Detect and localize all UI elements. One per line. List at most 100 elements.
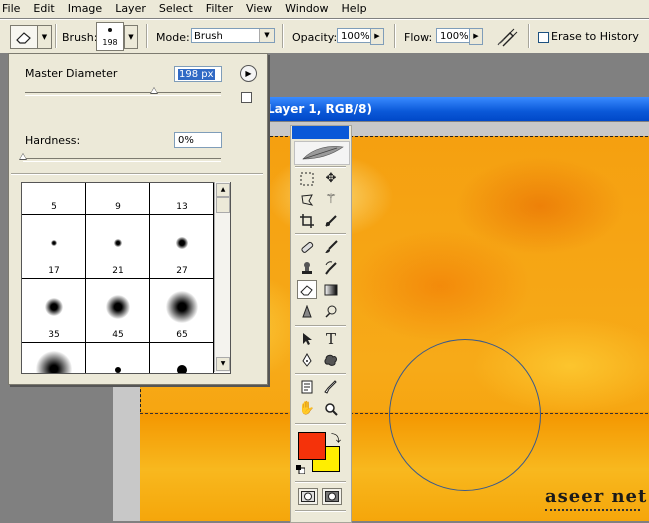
master-diameter-input[interactable]: 198 px <box>174 66 222 82</box>
brush-preset[interactable] <box>22 343 86 373</box>
standard-mode-button[interactable] <box>298 488 318 505</box>
soft-brush-tip-icon <box>176 237 188 249</box>
brush-preset[interactable]: 35 <box>22 279 86 343</box>
notes-icon <box>301 380 313 393</box>
notes-tool[interactable] <box>297 377 317 396</box>
menu-select[interactable]: Select <box>153 0 200 18</box>
menu-layer[interactable]: Layer <box>109 0 153 18</box>
brush-preset[interactable]: 5 <box>22 183 86 215</box>
eraser-tool[interactable] <box>297 280 317 299</box>
lasso-tool[interactable] <box>297 190 317 209</box>
soft-brush-tip-icon <box>36 351 72 373</box>
eraser-icon <box>16 32 31 44</box>
clone-stamp-tool[interactable] <box>297 258 317 277</box>
brush-preset[interactable]: 9 <box>86 183 150 215</box>
foreground-color-front[interactable] <box>298 432 326 460</box>
quick-mask-button[interactable] <box>322 488 342 505</box>
menu-window[interactable]: Window <box>279 0 335 18</box>
healing-brush-tool[interactable] <box>297 237 317 256</box>
brush-tip-icon <box>108 28 112 32</box>
brush-preset[interactable]: 21 <box>86 215 150 279</box>
brush-picker-dropdown[interactable]: ▼ <box>124 25 138 49</box>
scroll-thumb[interactable] <box>216 197 230 213</box>
magic-wand-tool[interactable]: ⚚ <box>321 190 341 209</box>
crop-tool[interactable] <box>297 211 317 230</box>
brush-preset[interactable] <box>86 343 150 373</box>
toolbox-title-bar[interactable] <box>292 126 349 139</box>
menu-file[interactable]: File <box>0 0 27 18</box>
hardness-input[interactable]: 0% <box>174 132 222 148</box>
zoom-icon <box>325 402 338 416</box>
brush-preset[interactable]: 17 <box>22 215 86 279</box>
brush-preset-size: 9 <box>115 202 121 212</box>
menu-help[interactable]: Help <box>336 0 374 18</box>
pen-tool[interactable] <box>297 350 317 369</box>
brush-preset[interactable]: 45 <box>86 279 150 343</box>
default-colors-glyph <box>296 465 306 475</box>
opacity-value: 100% <box>341 31 370 42</box>
master-diameter-slider[interactable] <box>25 92 221 96</box>
erase-to-history-checkbox[interactable] <box>538 32 549 43</box>
gradient-tool[interactable] <box>321 280 341 299</box>
type-icon: T <box>325 329 336 348</box>
panel-menu-button[interactable]: ▶ <box>240 65 257 82</box>
brush-size: 198 <box>102 38 118 47</box>
swap-colors-icon[interactable]: ⤵ <box>331 430 341 445</box>
path-selection-tool[interactable] <box>297 329 317 348</box>
menu-edit[interactable]: Edit <box>27 0 61 18</box>
opacity-input[interactable]: 100% ▶ <box>337 28 384 45</box>
slice-icon <box>325 214 337 227</box>
watermark: aseer net <box>545 486 648 507</box>
slice-tool[interactable] <box>321 211 341 230</box>
menu-filter[interactable]: Filter <box>200 0 240 18</box>
hand-tool[interactable]: ✋ <box>297 399 317 418</box>
hardness-slider-thumb[interactable] <box>19 153 27 160</box>
blur-icon <box>302 304 312 317</box>
document-title-bar[interactable]: Layer 1, RGB/8) <box>264 97 649 121</box>
brush-preset-size: 5 <box>51 202 57 212</box>
lasso-icon <box>301 193 314 206</box>
airbrush-toggle[interactable] <box>496 27 520 47</box>
tool-preset-dropdown[interactable]: ▼ <box>37 25 52 49</box>
brush-preset[interactable]: 27 <box>150 215 214 279</box>
brush-cursor-outline <box>389 339 541 491</box>
options-bar: ▼ Brush: 198 ▼ Mode: Brush ▼ Opacity: 10… <box>0 19 649 54</box>
scroll-down-icon[interactable]: ▼ <box>216 357 230 371</box>
tool-preset-picker[interactable] <box>10 25 38 49</box>
flow-slider-toggle[interactable]: ▶ <box>469 28 483 45</box>
dodge-tool[interactable] <box>321 302 341 321</box>
custom-shape-tool[interactable] <box>321 350 341 369</box>
brush-preset[interactable] <box>150 343 214 373</box>
brush-preset[interactable]: 65 <box>150 279 214 343</box>
menu-image[interactable]: Image <box>62 0 109 18</box>
feather-logo-icon[interactable] <box>294 141 350 165</box>
move-tool[interactable]: ✥ <box>321 169 341 188</box>
scroll-up-icon[interactable]: ▲ <box>216 183 230 197</box>
dodge-icon <box>325 305 337 318</box>
menu-view[interactable]: View <box>240 0 279 18</box>
eyedropper-tool[interactable] <box>321 377 341 396</box>
gradient-icon <box>324 284 338 295</box>
history-brush-tool[interactable] <box>321 258 341 277</box>
hardness-slider[interactable] <box>23 158 221 162</box>
zoom-tool[interactable] <box>321 399 341 418</box>
mode-select[interactable]: Brush ▼ <box>191 28 275 43</box>
brush-preset[interactable]: 13 <box>150 183 214 215</box>
save-preset-icon[interactable] <box>241 92 252 103</box>
type-tool[interactable]: T <box>321 329 341 348</box>
airbrush-icon <box>497 28 518 47</box>
default-colors-icon[interactable] <box>296 464 306 475</box>
divider <box>295 373 346 375</box>
standard-mode-icon <box>301 491 315 502</box>
blur-tool[interactable] <box>297 302 317 321</box>
brush-tool[interactable] <box>321 237 341 256</box>
triangle-right-icon: ▶ <box>374 32 380 40</box>
master-diameter-slider-thumb[interactable] <box>150 87 159 94</box>
opacity-slider-toggle[interactable]: ▶ <box>370 28 384 45</box>
mode-label: Mode: <box>156 31 190 44</box>
flow-input[interactable]: 100% ▶ <box>436 28 483 45</box>
marquee-tool[interactable] <box>297 169 317 188</box>
brush-grid-scrollbar[interactable]: ▲ ▼ <box>214 182 230 372</box>
magic-wand-icon: ⚚ <box>325 192 337 207</box>
brush-preview[interactable]: 198 <box>96 22 124 51</box>
